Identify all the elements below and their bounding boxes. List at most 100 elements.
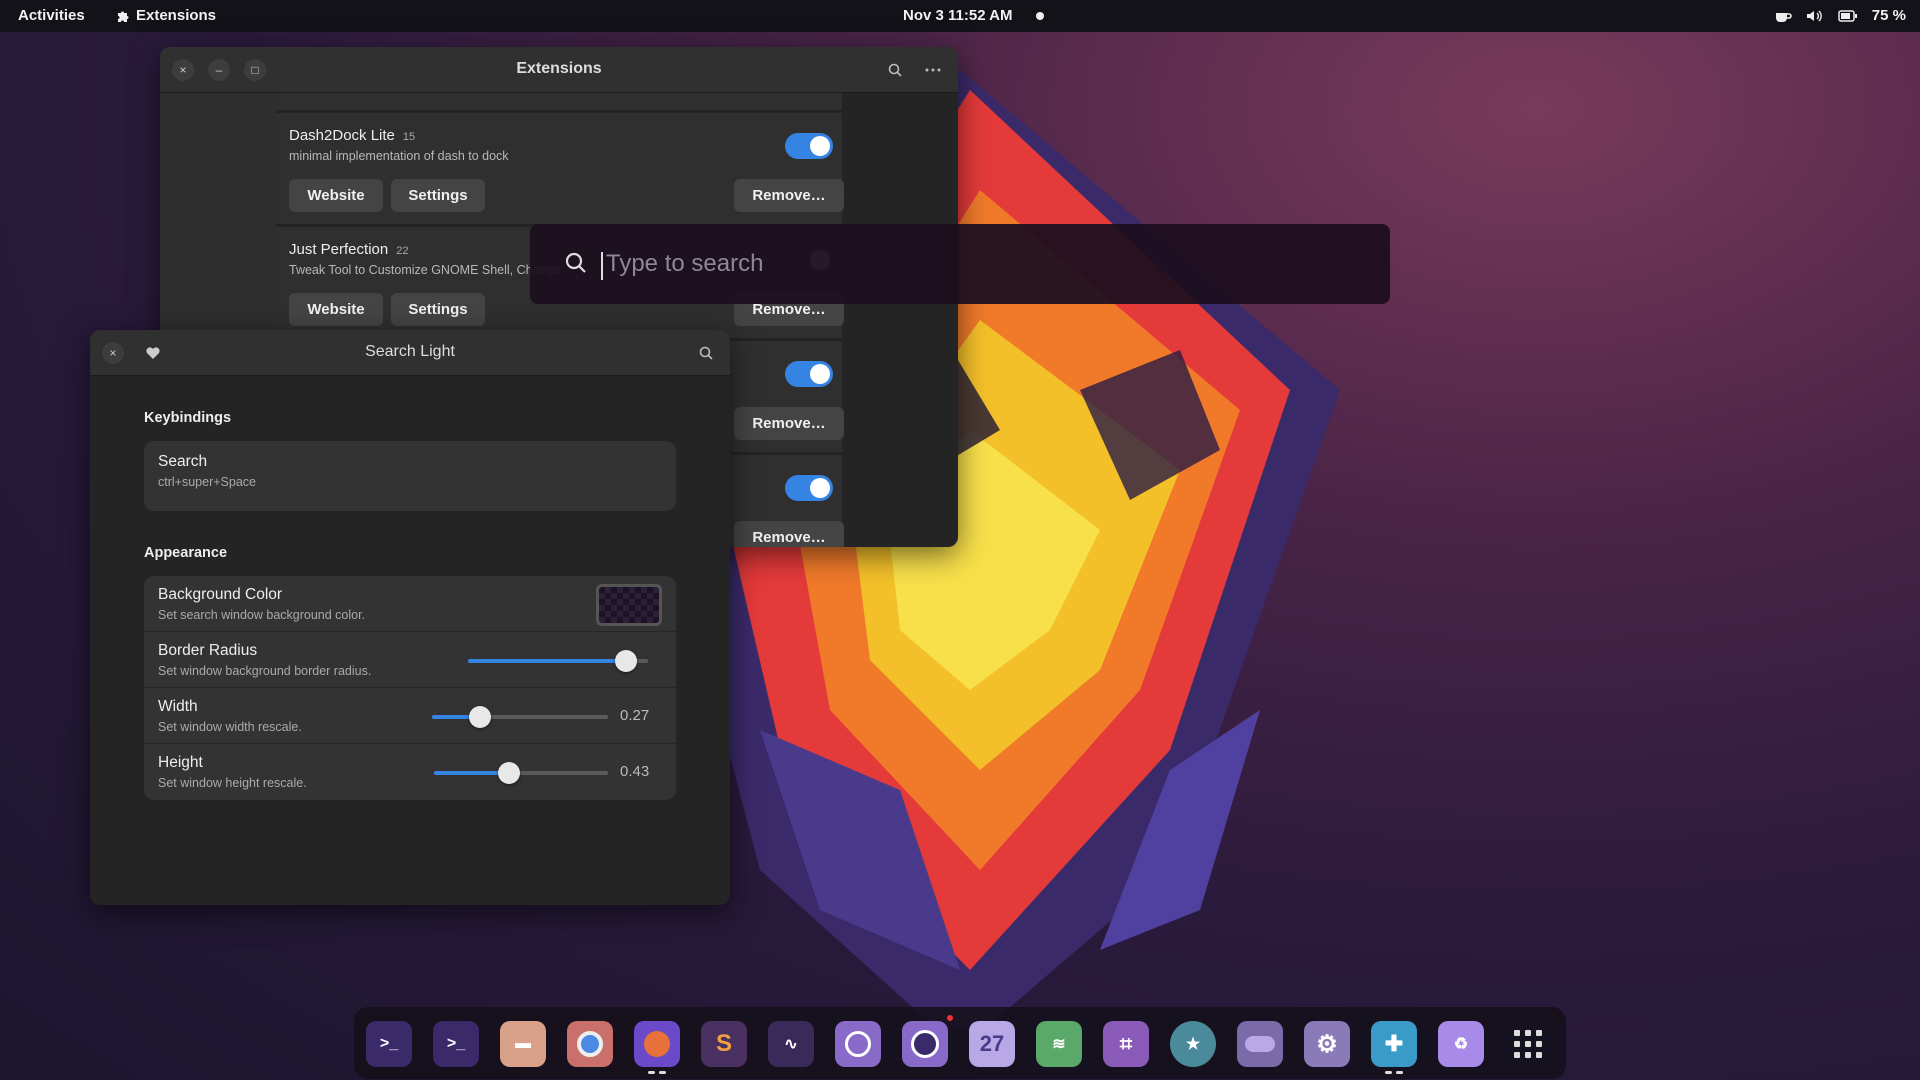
clock-icon (911, 1030, 939, 1058)
battery-icon (1838, 9, 1857, 22)
more-icon (925, 68, 941, 72)
width-slider[interactable] (432, 706, 608, 728)
slider-fill (468, 659, 627, 663)
system-tray[interactable]: 75 % (1774, 7, 1906, 24)
running-indicator (648, 1071, 666, 1074)
dock-item-screenshot[interactable] (835, 1021, 881, 1067)
remove-button[interactable]: Remove… (734, 407, 844, 440)
extensions-headerbar: × – □ Extensions (160, 47, 958, 93)
dock-item-files[interactable]: ▬ (500, 1021, 546, 1067)
text-cursor (601, 252, 603, 280)
remove-button[interactable]: Remove… (734, 521, 844, 547)
row-title: Search (158, 453, 208, 470)
appearance-heading: Appearance (144, 545, 228, 561)
extension-name: Dash2Dock Lite (289, 127, 395, 144)
extension-title: Just Perfection 22 (289, 241, 408, 258)
puzzle-icon: ✚ (1384, 1031, 1404, 1056)
app-grid-icon (1514, 1030, 1542, 1058)
search-button[interactable] (695, 342, 717, 364)
border-radius-slider[interactable] (468, 650, 648, 672)
volume-icon (1806, 10, 1822, 21)
dock-item-firefox[interactable] (634, 1021, 680, 1067)
starbucks-icon: ★ (1185, 1036, 1201, 1053)
search-icon (699, 346, 713, 360)
list-item (276, 93, 842, 111)
calendar-day: 27 (979, 1031, 1005, 1056)
search-keybinding-row[interactable]: Search ctrl+super+Space (144, 441, 676, 511)
dock-item-inkscape[interactable]: ∿ (768, 1021, 814, 1067)
firefox-icon (644, 1031, 670, 1057)
border-radius-row: Border Radius Set window background bord… (144, 632, 676, 688)
extension-version: 22 (396, 245, 409, 257)
app-menu[interactable]: Extensions (116, 7, 216, 24)
dock-item-sublime[interactable]: S (701, 1021, 747, 1067)
extension-name: Just Perfection (289, 241, 389, 258)
notification-dot (1036, 12, 1044, 20)
extension-toggle[interactable] (785, 361, 833, 387)
gear-icon: ⚙ (1316, 1030, 1338, 1058)
extension-toggle[interactable] (785, 475, 833, 501)
row-subtitle: Set window background border radius. (158, 664, 372, 678)
extension-description: minimal implementation of dash to dock (289, 149, 509, 163)
prefs-headerbar: × Search Light (90, 330, 730, 376)
search-icon (888, 63, 902, 77)
clock[interactable]: Nov 3 11:52 AM (903, 7, 1013, 24)
row-subtitle: Set window height rescale. (158, 776, 307, 790)
dock-item-clocks[interactable] (902, 1021, 948, 1067)
row-subtitle: Set window width rescale. (158, 720, 302, 734)
terminal-icon: >_ (446, 1035, 466, 1052)
height-slider[interactable] (434, 762, 608, 784)
dock-item-toggle-app[interactable] (1237, 1021, 1283, 1067)
search-button[interactable] (884, 59, 906, 81)
slider-knob[interactable] (468, 706, 491, 728)
app-grid-button[interactable] (1505, 1021, 1551, 1067)
row-title: Background Color (158, 586, 283, 603)
dock: >_ >_ ▬ S ∿ 27 ≋ ⌗ ★ ⚙ ✚ ♻ (354, 1007, 1566, 1079)
website-button[interactable]: Website (289, 179, 383, 212)
toggle-icon (1245, 1036, 1275, 1052)
search-light-prefs-window: × Search Light Keybindings Search ctrl+s… (90, 330, 730, 905)
keybinding-value: ctrl+super+Space (158, 475, 256, 489)
dock-item-crop[interactable]: ⌗ (1103, 1021, 1149, 1067)
height-row: Height Set window height rescale. 0.43 (144, 744, 676, 800)
slider-knob[interactable] (497, 762, 520, 784)
crop-icon: ⌗ (1119, 1031, 1133, 1056)
running-indicator (1385, 1071, 1403, 1074)
extension-card: Dash2Dock Lite 15 minimal implementation … (276, 113, 844, 225)
dock-item-terminal-2[interactable]: >_ (433, 1021, 479, 1067)
dock-item-starbucks[interactable]: ★ (1170, 1021, 1216, 1067)
slider-knob[interactable] (615, 650, 638, 672)
keybindings-heading: Keybindings (144, 410, 232, 426)
dock-item-spotify[interactable]: ≋ (1036, 1021, 1082, 1067)
color-swatch-button[interactable] (596, 584, 662, 626)
settings-button[interactable]: Settings (391, 179, 485, 212)
dock-item-trash[interactable]: ♻ (1438, 1021, 1484, 1067)
inkscape-icon: ∿ (784, 1036, 798, 1053)
dock-item-chromium[interactable] (567, 1021, 613, 1067)
width-row: Width Set window width rescale. 0.27 (144, 688, 676, 744)
remove-button[interactable]: Remove… (734, 179, 844, 212)
row-title: Height (158, 754, 203, 771)
settings-button[interactable]: Settings (391, 293, 485, 326)
extension-toggle[interactable] (785, 133, 833, 159)
activities-button[interactable]: Activities (18, 7, 85, 24)
row-title: Width (158, 698, 198, 715)
dock-item-settings[interactable]: ⚙ (1304, 1021, 1350, 1067)
dock-item-calendar[interactable]: 27 (969, 1021, 1015, 1067)
dock-item-extensions[interactable]: ✚ (1371, 1021, 1417, 1067)
search-input[interactable] (606, 244, 1306, 284)
coffee-icon (1775, 12, 1792, 22)
row-subtitle: Set search window background color. (158, 608, 366, 622)
dock-item-terminal[interactable]: >_ (366, 1021, 412, 1067)
app-menu-label: Extensions (136, 7, 217, 24)
website-button[interactable]: Website (289, 293, 383, 326)
menu-button[interactable] (922, 59, 944, 81)
window-title: Search Light (365, 343, 455, 360)
background-color-row: Background Color Set search window backg… (144, 576, 676, 632)
search-light-popup (530, 224, 1390, 304)
top-bar: Activities Extensions Nov 3 11:52 AM 75 … (0, 0, 1920, 32)
camera-icon (845, 1031, 871, 1057)
width-value: 0.27 (620, 707, 650, 724)
row-title: Border Radius (158, 642, 258, 659)
window-title: Extensions (516, 60, 602, 77)
